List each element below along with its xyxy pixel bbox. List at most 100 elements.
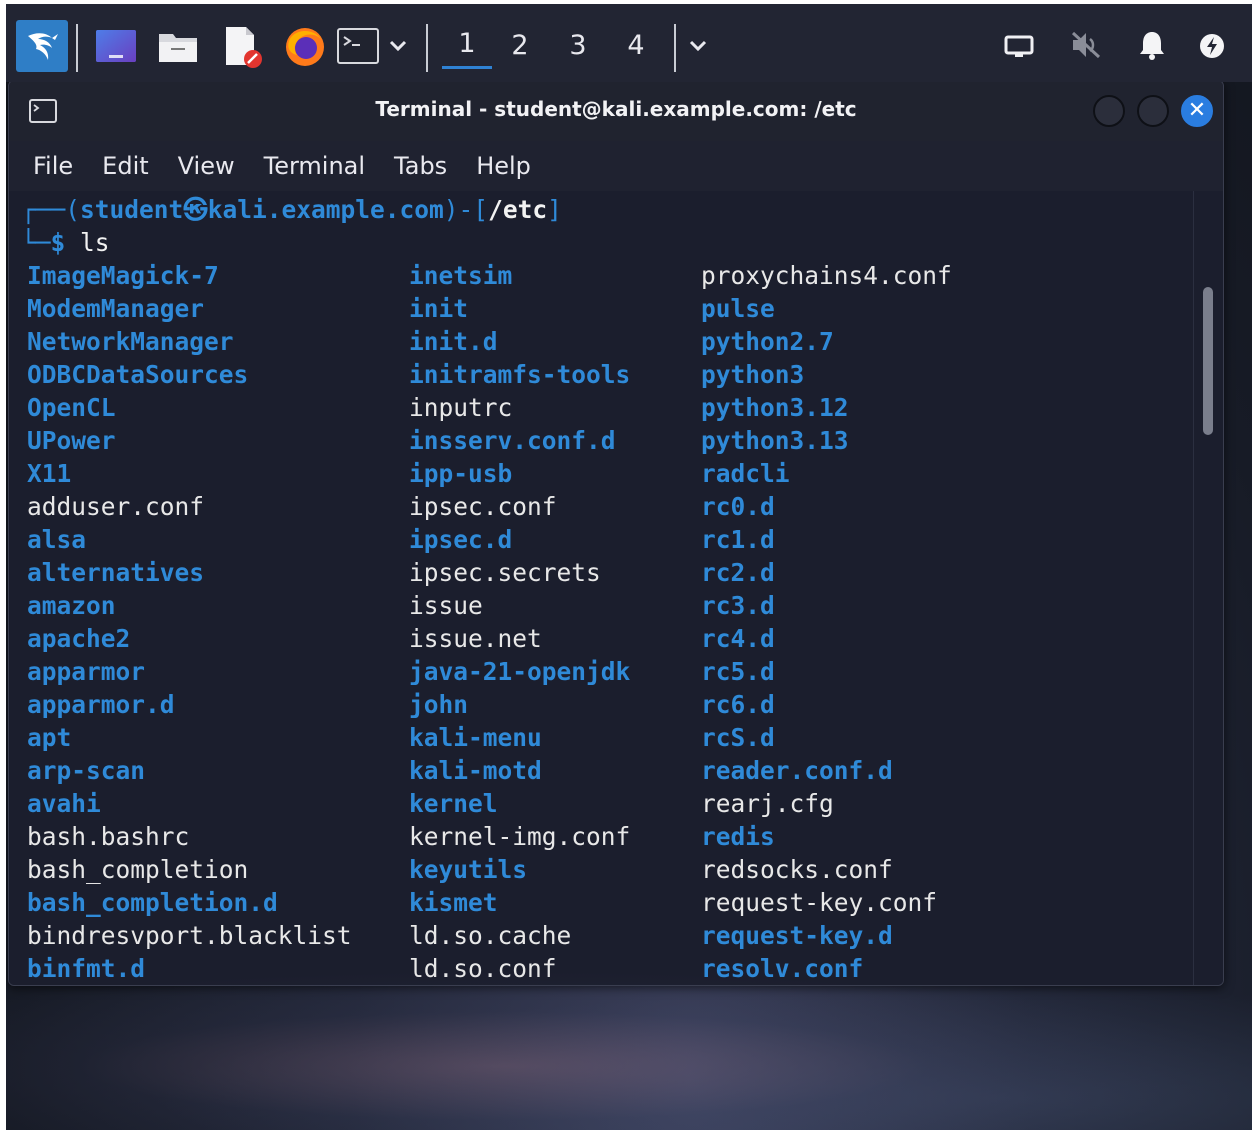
- text-editor-button[interactable]: [220, 24, 264, 70]
- ls-entry-file: ld.so.cache: [409, 921, 572, 950]
- ls-entry-directory: binfmt.d: [27, 954, 146, 983]
- ls-entry-directory: python3.13: [701, 426, 849, 455]
- prompt-frame: ]: [547, 195, 562, 224]
- prompt-line: ┌──(student㉿kali.example.com)-[/etc]: [21, 193, 562, 226]
- terminal-window: Terminal - student@kali.example.com: /et…: [8, 80, 1224, 986]
- ls-column-1: ImageMagick-7 ModemManager NetworkManager O…: [27, 259, 352, 985]
- kali-dragon-icon: [28, 33, 58, 60]
- ls-entry-directory: redis: [701, 822, 775, 851]
- folder-icon: [159, 34, 197, 62]
- network-icon: [1004, 35, 1034, 57]
- ls-column-3: proxychains4.conf pulse python2.7 python3 py…: [701, 259, 952, 985]
- firefox-icon: [286, 28, 324, 66]
- menubar: File Edit View Terminal Tabs Help: [9, 141, 1223, 191]
- ls-entry-file: request-key.conf: [701, 888, 938, 917]
- prompt-host: kali.example.com: [207, 195, 444, 224]
- maximize-button[interactable]: [1137, 95, 1169, 127]
- volume-button[interactable]: [1068, 28, 1104, 62]
- network-button[interactable]: [1002, 32, 1036, 60]
- show-desktop-button[interactable]: [94, 26, 138, 66]
- ls-entry-directory: kismet: [409, 888, 498, 917]
- menu-help[interactable]: Help: [476, 152, 531, 180]
- terminal-output[interactable]: ┌──(student㉿kali.example.com)-[/etc] └─$…: [9, 191, 1195, 985]
- ls-entry-directory: ModemManager: [27, 294, 205, 323]
- terminal-icon: [337, 28, 379, 64]
- workspace-dropdown-button[interactable]: [686, 34, 710, 58]
- ls-entry-directory: ODBCDataSources: [27, 360, 249, 389]
- prompt-at-symbol: ㉿: [183, 195, 208, 224]
- ls-entry-directory: bash_completion.d: [27, 888, 278, 917]
- ls-entry-directory: NetworkManager: [27, 327, 234, 356]
- terminal-launcher-button[interactable]: [336, 26, 380, 66]
- close-icon: ✕: [1187, 98, 1207, 123]
- ls-entry-file: bash_completion: [27, 855, 249, 884]
- ls-entry-directory: rc5.d: [701, 657, 775, 686]
- ls-entry-directory: python3.12: [701, 393, 849, 422]
- desktop-icon: [96, 30, 136, 62]
- ls-entry-directory: avahi: [27, 789, 101, 818]
- power-button[interactable]: [1196, 30, 1228, 62]
- chevron-down-icon: [689, 40, 707, 52]
- ls-entry-file: adduser.conf: [27, 492, 205, 521]
- ls-entry-file: inputrc: [409, 393, 513, 422]
- notifications-button[interactable]: [1136, 28, 1168, 62]
- menu-file[interactable]: File: [33, 152, 73, 180]
- ls-entry-directory: ipsec.d: [409, 525, 513, 554]
- kali-menu-button[interactable]: [16, 20, 68, 72]
- ls-entry-directory: rc6.d: [701, 690, 775, 719]
- ls-entry-file: ipsec.secrets: [409, 558, 601, 587]
- taskbar-separator: [674, 24, 676, 72]
- workspace-1[interactable]: 1: [442, 28, 492, 69]
- prompt-user: student: [80, 195, 184, 224]
- bell-icon: [1140, 32, 1164, 60]
- ls-entry-file: redsocks.conf: [701, 855, 893, 884]
- ls-entry-file: kernel-img.conf: [409, 822, 631, 851]
- launcher-dropdown-button[interactable]: [386, 34, 410, 58]
- prompt-frame: └─: [21, 228, 51, 257]
- ls-entry-directory: UPower: [27, 426, 116, 455]
- close-button[interactable]: ✕: [1181, 95, 1213, 127]
- ls-entry-directory: kernel: [409, 789, 498, 818]
- scrollbar-thumb[interactable]: [1203, 287, 1213, 435]
- ls-entry-directory: reader.conf.d: [701, 756, 893, 785]
- ls-entry-directory: java-21-openjdk: [409, 657, 631, 686]
- workspace-4[interactable]: 4: [616, 30, 656, 61]
- menu-terminal[interactable]: Terminal: [264, 152, 365, 180]
- ls-entry-directory: rc3.d: [701, 591, 775, 620]
- prompt-frame: ┌──(: [21, 195, 81, 224]
- ls-entry-directory: apparmor.d: [27, 690, 175, 719]
- scrollbar[interactable]: [1193, 191, 1223, 985]
- chevron-down-icon: [389, 40, 407, 52]
- ls-entry-directory: rc4.d: [701, 624, 775, 653]
- file-manager-button[interactable]: [156, 26, 200, 66]
- ls-entry-directory: apache2: [27, 624, 131, 653]
- ls-entry-directory: apt: [27, 723, 72, 752]
- volume-muted-icon: [1071, 31, 1101, 59]
- window-title: Terminal - student@kali.example.com: /et…: [375, 97, 857, 121]
- ls-entry-file: ipsec.conf: [409, 492, 557, 521]
- firefox-button[interactable]: [282, 24, 328, 70]
- ls-entry-directory: initramfs-tools: [409, 360, 631, 389]
- minimize-button[interactable]: [1093, 95, 1125, 127]
- ls-entry-directory: kali-motd: [409, 756, 542, 785]
- window-titlebar[interactable]: Terminal - student@kali.example.com: /et…: [9, 81, 1223, 141]
- workspace-3[interactable]: 3: [558, 30, 598, 61]
- command-text: ls: [80, 228, 110, 257]
- ls-entry-directory: ImageMagick-7: [27, 261, 219, 290]
- workspace-2[interactable]: 2: [500, 30, 540, 61]
- ls-entry-directory: arp-scan: [27, 756, 146, 785]
- ls-entry-directory: python2.7: [701, 327, 834, 356]
- prompt-path: /etc: [488, 195, 548, 224]
- menu-tabs[interactable]: Tabs: [394, 152, 447, 180]
- menu-view[interactable]: View: [178, 152, 235, 180]
- ls-entry-file: issue.net: [409, 624, 542, 653]
- ls-entry-directory: X11: [27, 459, 72, 488]
- ls-entry-file: issue: [409, 591, 483, 620]
- menu-edit[interactable]: Edit: [102, 152, 148, 180]
- desktop: 1 2 3 4 Terminal - student@kali.example.…: [6, 4, 1252, 1130]
- ls-entry-file: proxychains4.conf: [701, 261, 952, 290]
- prompt-dollar: $: [50, 228, 81, 257]
- power-icon: [1200, 34, 1224, 58]
- ls-entry-directory: inetsim: [409, 261, 513, 290]
- ls-entry-directory: init.d: [409, 327, 498, 356]
